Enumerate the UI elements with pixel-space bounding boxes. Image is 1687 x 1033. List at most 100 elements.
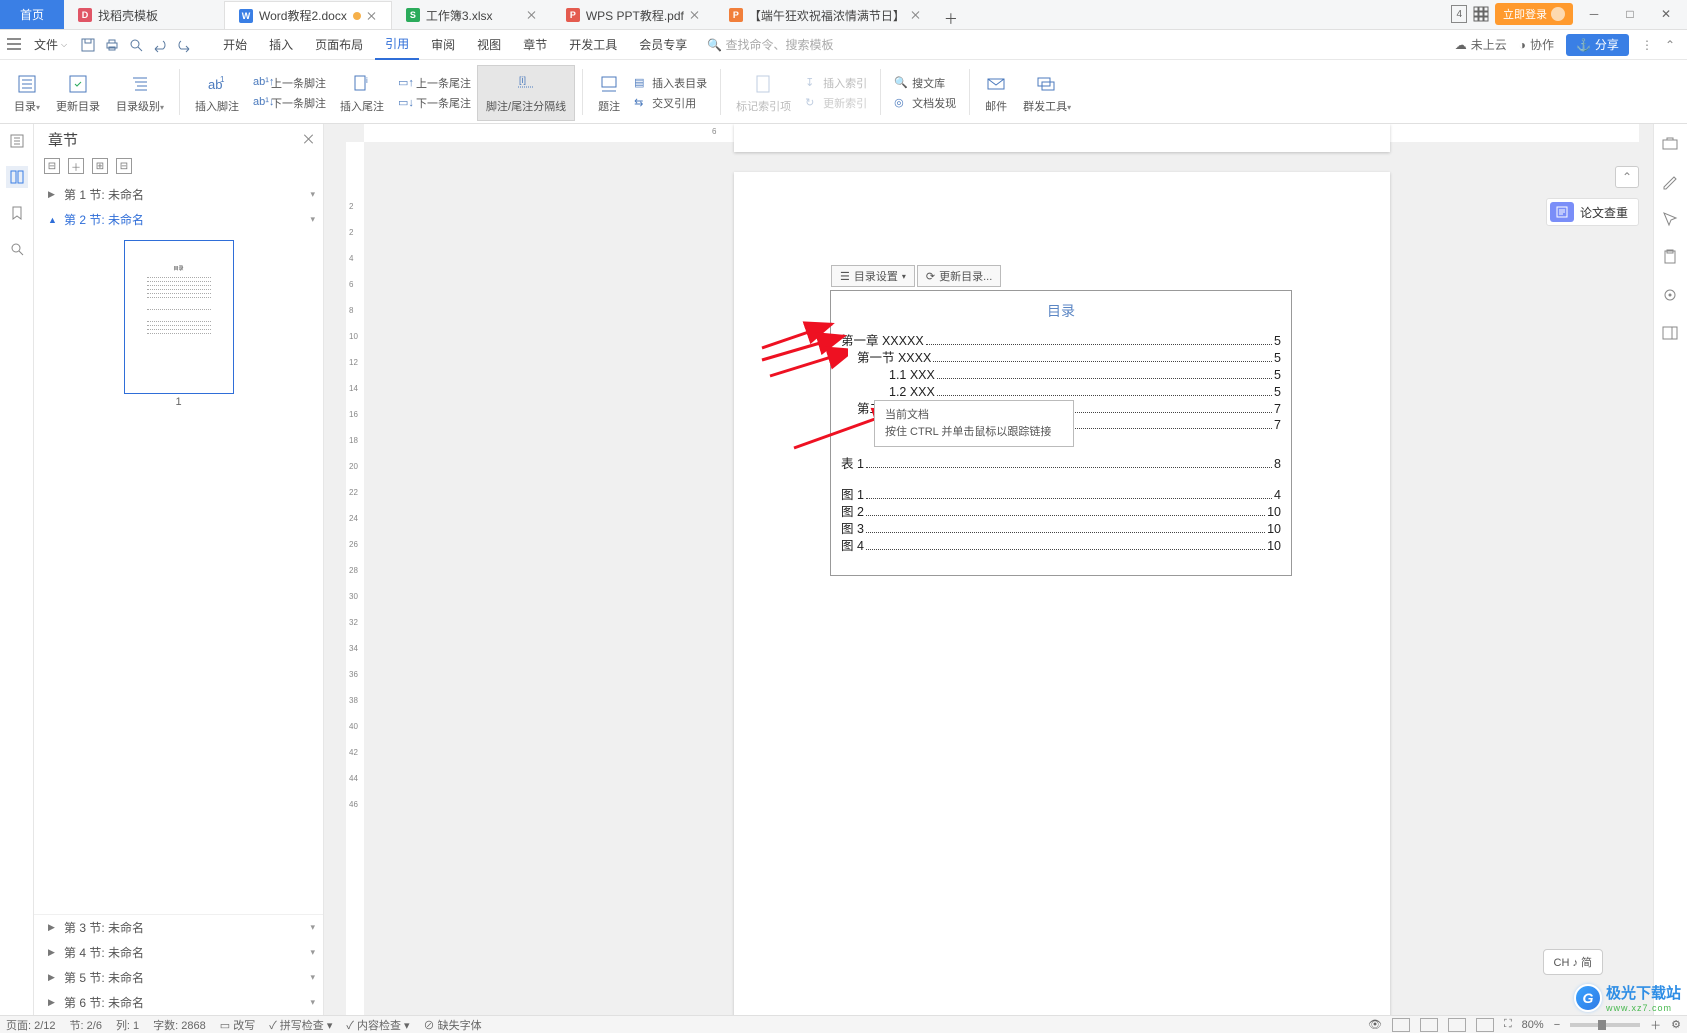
prev-endnote-button[interactable]: ▭↑上一条尾注 xyxy=(398,75,471,91)
login-button[interactable]: 立即登录 xyxy=(1495,3,1573,25)
next-footnote-button[interactable]: ab¹↓下一条脚注 xyxy=(253,95,326,111)
toc-button[interactable]: 目录▾ xyxy=(6,65,48,121)
status-col[interactable]: 列: 1 xyxy=(116,1017,139,1033)
location-icon[interactable] xyxy=(1661,286,1681,306)
toc-update-button[interactable]: ⟳更新目录... xyxy=(917,265,1001,287)
section-item[interactable]: ▶第 4 节: 未命名▾ xyxy=(34,940,323,965)
menu-tab-view[interactable]: 视图 xyxy=(467,30,511,60)
select-icon[interactable] xyxy=(1661,210,1681,230)
section-item[interactable]: ▶第 3 节: 未命名▾ xyxy=(34,915,323,940)
zoom-slider[interactable] xyxy=(1570,1023,1640,1027)
mark-index-button[interactable]: 标记索引项 xyxy=(728,65,799,121)
command-search[interactable]: 🔍 查找命令、搜索模板 xyxy=(707,36,833,53)
hamburger-icon[interactable] xyxy=(6,36,24,54)
merge-add-icon[interactable]: ⊞ xyxy=(92,158,108,174)
insert-index-button[interactable]: ↧插入索引 xyxy=(805,75,867,91)
group-send-button[interactable]: 群发工具▾ xyxy=(1015,65,1079,121)
maximize-button[interactable]: □ xyxy=(1615,0,1645,29)
toc-row[interactable]: 图 14 xyxy=(831,487,1291,504)
upload-cloud[interactable]: ☁ 未上云 xyxy=(1455,36,1507,53)
menu-tab-review[interactable]: 审阅 xyxy=(421,30,465,60)
zoom-out-icon[interactable]: − xyxy=(1554,1019,1560,1031)
prev-footnote-button[interactable]: ab¹↑上一条脚注 xyxy=(253,75,326,91)
view-web-icon[interactable] xyxy=(1448,1018,1466,1032)
section-item[interactable]: ▶第 5 节: 未命名▾ xyxy=(34,965,323,990)
section-item[interactable]: ▶第 6 节: 未命名▾ xyxy=(34,990,323,1015)
close-window-button[interactable]: ✕ xyxy=(1651,0,1681,29)
add-section-icon[interactable]: ＋ xyxy=(68,158,84,174)
status-section[interactable]: 节: 2/6 xyxy=(70,1017,102,1033)
view-read-icon[interactable] xyxy=(1476,1018,1494,1032)
zoom-value[interactable]: 80% xyxy=(1522,1019,1544,1031)
menu-tab-devtools[interactable]: 开发工具 xyxy=(559,30,627,60)
status-page[interactable]: 页面: 2/12 xyxy=(6,1017,56,1033)
zoom-in-icon[interactable]: ＋ xyxy=(1650,1017,1661,1033)
bookmark-icon[interactable] xyxy=(6,202,28,224)
tab-word-doc[interactable]: Word教程2.docx xyxy=(224,1,392,29)
status-content[interactable]: ✓ 内容检查 ▾ xyxy=(346,1017,409,1033)
section-item[interactable]: ▲第 2 节: 未命名▾ xyxy=(34,207,323,232)
toc-row[interactable]: 表 18 xyxy=(831,456,1291,473)
next-endnote-button[interactable]: ▭↓下一条尾注 xyxy=(398,95,471,111)
outline-icon[interactable] xyxy=(6,130,28,152)
redo-icon[interactable] xyxy=(173,34,195,56)
toc-row[interactable]: 图 410 xyxy=(831,538,1291,555)
toc-row[interactable]: 图 310 xyxy=(831,521,1291,538)
toc-row[interactable]: 第一节 XXXX5 xyxy=(831,350,1291,367)
menu-tab-sections[interactable]: 章节 xyxy=(513,30,557,60)
clipboard-icon[interactable] xyxy=(1661,248,1681,268)
mail-button[interactable]: 邮件 xyxy=(977,65,1015,121)
view-page-icon[interactable] xyxy=(1392,1018,1410,1032)
page-thumbnail[interactable]: 目录 xyxy=(124,240,234,394)
share-button[interactable]: ⚓ 分享 xyxy=(1566,34,1629,56)
pen-icon[interactable] xyxy=(1661,172,1681,192)
menu-tab-references[interactable]: 引用 xyxy=(375,30,419,60)
save-icon[interactable] xyxy=(77,34,99,56)
panel-close-icon[interactable] xyxy=(303,133,315,145)
undo-icon[interactable] xyxy=(149,34,171,56)
update-toc-button[interactable]: 更新目录 xyxy=(48,65,108,121)
doc-discover-button[interactable]: ◎文档发现 xyxy=(894,95,956,111)
remove-section-icon[interactable]: ⊟ xyxy=(116,158,132,174)
caption-button[interactable]: 题注 xyxy=(590,65,628,121)
toc-row[interactable]: 1.1 XXX5 xyxy=(831,367,1291,384)
insert-footnote-button[interactable]: ab1插入脚注 xyxy=(187,65,247,121)
collapse-float-icon[interactable]: ⌃ xyxy=(1615,166,1639,188)
paper-check-button[interactable]: 论文查重 xyxy=(1546,198,1639,226)
section-item[interactable]: ▶第 1 节: 未命名▾ xyxy=(34,182,323,207)
crossref-button[interactable]: ⇆交叉引用 xyxy=(634,95,707,111)
apps-grid-icon[interactable] xyxy=(1473,6,1489,22)
close-icon[interactable] xyxy=(367,11,377,21)
print-preview-icon[interactable] xyxy=(125,34,147,56)
toolbox-icon[interactable] xyxy=(1661,134,1681,154)
toc-row[interactable]: 图 210 xyxy=(831,504,1291,521)
ime-pill[interactable]: CH ♪ 简 xyxy=(1543,949,1604,975)
sections-icon[interactable] xyxy=(6,166,28,188)
search-panel-icon[interactable] xyxy=(6,238,28,260)
vertical-ruler[interactable]: 2246810121416182022242628303234363840424… xyxy=(346,142,364,1015)
toc-row[interactable]: 1.2 XXX5 xyxy=(831,384,1291,401)
tab-pdf[interactable]: WPS PPT教程.pdf xyxy=(552,1,715,29)
file-menu[interactable]: 文件⌵ xyxy=(26,36,75,53)
fullscreen-icon[interactable]: ⛶ xyxy=(1504,1018,1512,1031)
collapse-all-icon[interactable]: ⊟ xyxy=(44,158,60,174)
settings-icon[interactable]: ⚙ xyxy=(1671,1018,1681,1031)
tab-ppt[interactable]: 【端午狂欢祝福浓情满节日】 xyxy=(715,1,936,29)
search-library-button[interactable]: 🔍搜文库 xyxy=(894,75,956,91)
status-missing-font[interactable]: ⊘ 缺失字体 xyxy=(424,1017,482,1033)
footnote-divider-button[interactable]: [i]脚注/尾注分隔线 xyxy=(477,65,575,121)
menu-tab-insert[interactable]: 插入 xyxy=(259,30,303,60)
status-spell[interactable]: ✓ 拼写检查 ▾ xyxy=(269,1017,332,1033)
menu-tab-start[interactable]: 开始 xyxy=(213,30,257,60)
eye-icon[interactable]: 👁 xyxy=(1368,1018,1382,1031)
toc-row[interactable]: 第一章 XXXXX5 xyxy=(831,333,1291,350)
status-track[interactable]: ▭ 改写 xyxy=(220,1017,255,1033)
view-outline-icon[interactable] xyxy=(1420,1018,1438,1032)
status-words[interactable]: 字数: 2868 xyxy=(153,1017,206,1033)
close-icon[interactable] xyxy=(527,10,537,20)
close-icon[interactable] xyxy=(911,10,921,20)
badge-4[interactable]: 4 xyxy=(1451,5,1467,23)
minimize-button[interactable]: ─ xyxy=(1579,0,1609,29)
menu-tab-page-layout[interactable]: 页面布局 xyxy=(305,30,373,60)
home-tab[interactable]: 首页 xyxy=(0,0,64,29)
